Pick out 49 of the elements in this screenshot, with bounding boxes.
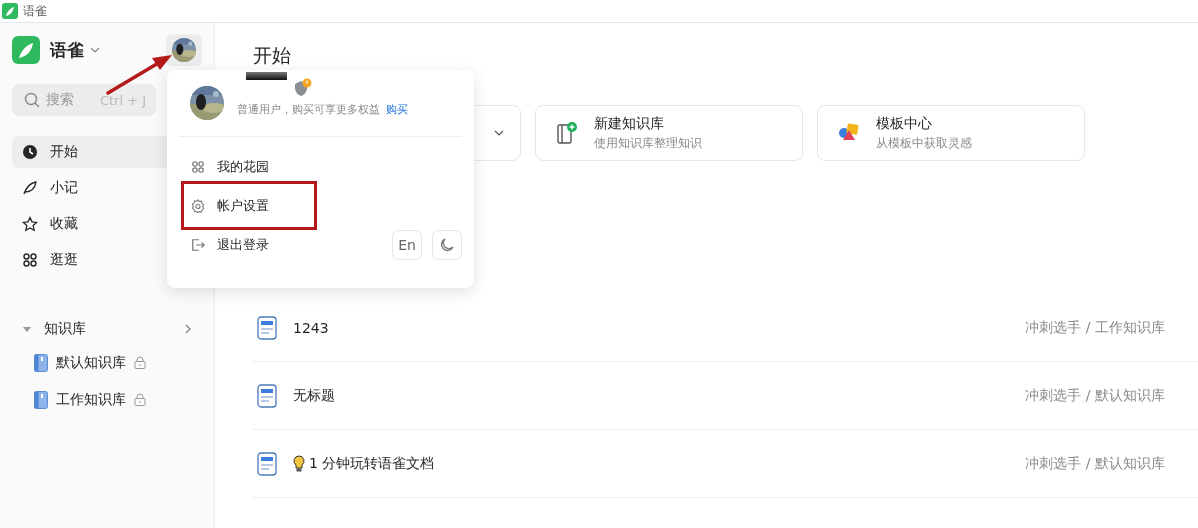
redaction-bar	[246, 72, 287, 80]
section-header[interactable]: 知识库	[12, 314, 192, 344]
page-title: 开始	[253, 44, 291, 66]
search-placeholder: 搜索	[46, 91, 74, 109]
quick-action-card[interactable]: 新建知识库 使用知识库整理知识	[535, 105, 803, 161]
feather-icon	[22, 180, 38, 196]
window-title: 语雀	[23, 2, 47, 20]
buy-link[interactable]: 购买	[386, 103, 408, 116]
document-path: 冲刺选手 / 默认知识库	[1025, 454, 1165, 473]
membership-text: 普通用户，购买可享更多权益 购买	[237, 102, 408, 117]
avatar-button[interactable]	[166, 34, 202, 66]
book-icon	[34, 390, 48, 409]
star-icon	[22, 216, 38, 232]
clock-icon	[22, 144, 38, 160]
quick-action-card[interactable]: 模板中心 从模板中获取灵感	[817, 105, 1085, 161]
knowledge-base-item[interactable]: 默认知识库	[12, 344, 214, 381]
grid-icon	[191, 160, 205, 174]
document-title: 1 分钟玩转语雀文档	[293, 454, 435, 473]
document-row[interactable]: 1243 冲刺选手 / 工作知识库	[253, 294, 1198, 362]
chevron-down-icon[interactable]	[90, 45, 100, 55]
settings-icon	[191, 199, 205, 213]
document-row[interactable]: 无标题 冲刺选手 / 默认知识库	[253, 362, 1198, 430]
brand-name: 语雀	[50, 38, 84, 62]
card-subtitle: 使用知识库整理知识	[594, 134, 702, 152]
arrow-annotation	[106, 55, 172, 95]
document-title: 无标题	[293, 386, 335, 405]
chevron-right-icon[interactable]	[184, 324, 192, 334]
document-row[interactable]: 1 分钟玩转语雀文档 冲刺选手 / 默认知识库	[253, 430, 1198, 498]
grid-icon	[22, 252, 38, 268]
document-path: 冲刺选手 / 工作知识库	[1025, 318, 1165, 337]
book-icon	[34, 353, 48, 372]
document-icon	[257, 383, 277, 408]
card-title: 新建知识库	[594, 114, 665, 133]
shield-icon	[292, 78, 312, 98]
chevron-down-icon[interactable]	[494, 128, 504, 138]
document-icon	[257, 451, 277, 476]
book-add-icon	[556, 121, 578, 145]
moon-icon	[439, 237, 455, 253]
theme-button[interactable]	[432, 230, 462, 260]
search-icon	[24, 92, 40, 108]
language-button[interactable]: En	[392, 230, 422, 260]
card-subtitle: 从模板中获取灵感	[876, 134, 972, 152]
document-icon	[257, 315, 277, 340]
document-path: 冲刺选手 / 默认知识库	[1025, 386, 1165, 405]
card-title: 模板中心	[876, 114, 933, 133]
app-logo-icon	[12, 36, 40, 64]
knowledge-base-item[interactable]: 工作知识库	[12, 381, 214, 418]
logout-icon	[191, 238, 205, 252]
document-title: 1243	[293, 319, 329, 336]
